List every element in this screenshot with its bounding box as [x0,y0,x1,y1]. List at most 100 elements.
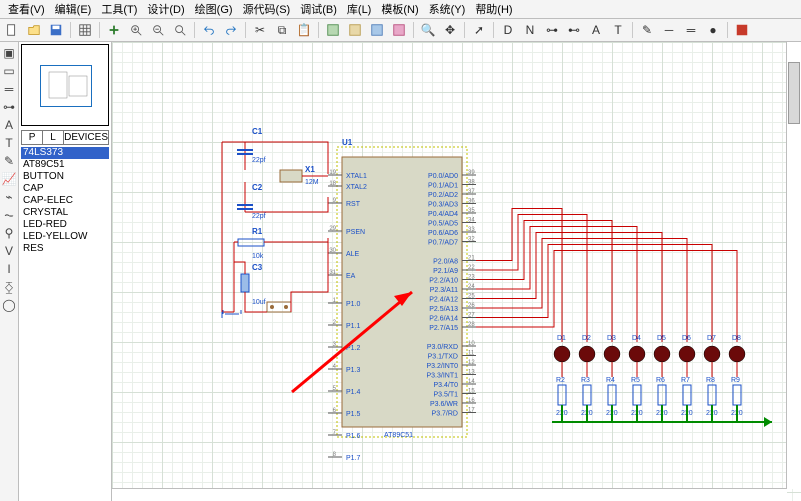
toolbar-save[interactable] [46,20,66,40]
toolbar-copy[interactable]: ⧉ [272,20,292,40]
left-tool-probe[interactable]: ⚲ [2,226,16,240]
svg-text:10: 10 [468,341,475,347]
toolbar-undo[interactable] [199,20,219,40]
menu-item-1[interactable]: 编辑(E) [51,0,96,18]
toolbar-plus[interactable] [104,20,124,40]
toolbar-bus[interactable]: ═ [681,20,701,40]
left-tool-graph[interactable]: 📈 [2,172,16,186]
toolbar-device[interactable]: D [498,20,518,40]
led-d7[interactable] [704,346,720,362]
toolbar-script[interactable]: ✎ [637,20,657,40]
svg-text:P2.0/A8: P2.0/A8 [433,259,458,266]
vertical-scrollbar[interactable] [786,42,801,489]
left-tool-current[interactable]: I [2,262,16,276]
svg-text:P2.5/A13: P2.5/A13 [429,306,458,313]
device-tab-p[interactable]: P [22,131,43,144]
device-list[interactable]: 74LS373AT89C51BUTTONCAPCAP-ELECCRYSTALLE… [21,147,109,255]
tool-strip: ▣ ▭ ═ ⊶ AT ✎ 📈 ⌁ ⏦ ⚲ VI ⧰ ◯ [0,42,19,501]
menu-item-8[interactable]: 模板(N) [377,0,422,18]
device-item-led-yellow[interactable]: LED-YELLOW [21,231,109,243]
device-item-button[interactable]: BUTTON [21,171,109,183]
left-tool-terminal[interactable]: ⊶ [2,100,16,114]
toolbar-zoom-all[interactable] [170,20,190,40]
svg-text:R8: R8 [706,377,715,384]
menu-item-3[interactable]: 设计(D) [143,0,188,18]
vertical-scroll-thumb[interactable] [788,62,800,124]
toolbar-junction[interactable]: ● [703,20,723,40]
toolbar-block3[interactable] [367,20,387,40]
toolbar-label[interactable]: A [586,20,606,40]
overview-window[interactable] [21,44,109,126]
toolbar-grid[interactable] [75,20,95,40]
left-tool-script[interactable]: ✎ [2,154,16,168]
svg-text:RST: RST [346,201,361,208]
svg-text:39: 39 [468,170,475,176]
led-d8[interactable] [729,346,745,362]
toolbar-term[interactable]: ⊷ [564,20,584,40]
led-d5[interactable] [654,346,670,362]
toolbar-zoom-out[interactable] [148,20,168,40]
led-d1[interactable] [554,346,570,362]
device-item-cap[interactable]: CAP [21,183,109,195]
menu-item-6[interactable]: 调试(B) [296,0,341,18]
svg-text:P2.7/A15: P2.7/A15 [429,325,458,332]
left-tool-tape[interactable]: ⌁ [2,190,16,204]
svg-text:30: 30 [329,248,336,254]
device-item-crystal[interactable]: CRYSTAL [21,207,109,219]
toolbar-pin[interactable]: ⊶ [542,20,562,40]
menu-item-10[interactable]: 帮助(H) [471,0,516,18]
device-item-cap-elec[interactable]: CAP-ELEC [21,195,109,207]
left-tool-generator[interactable]: ⏦ [2,208,16,222]
left-tool-2d[interactable]: ◯ [2,298,16,312]
led-d4[interactable] [629,346,645,362]
toolbar-block4[interactable] [389,20,409,40]
device-item-led-red[interactable]: LED-RED [21,219,109,231]
menu-item-4[interactable]: 绘图(G) [191,0,237,18]
toolbar-paste[interactable]: 📋 [294,20,314,40]
left-tool-text[interactable]: T [2,136,16,150]
left-tool-component[interactable]: ▭ [2,64,16,78]
menu-item-0[interactable]: 查看(V) [4,0,49,18]
svg-text:32: 32 [468,237,475,243]
svg-text:P2.1/A9: P2.1/A9 [433,268,458,275]
led-d2[interactable] [579,346,595,362]
toolbar-sep [70,22,71,38]
toolbar-wire[interactable]: ─ [659,20,679,40]
toolbar-text[interactable]: T [608,20,628,40]
menu-bar: 查看(V)编辑(E)工具(T)设计(D)绘图(G)源代码(S)调试(B)库(L)… [0,0,801,19]
svg-text:31: 31 [329,270,336,276]
toolbar-net[interactable]: N [520,20,540,40]
left-tool-instrument[interactable]: ⧰ [2,280,16,294]
toolbar-block2[interactable] [345,20,365,40]
toolbar-new[interactable] [2,20,22,40]
toolbar-open[interactable] [24,20,44,40]
device-tab-devices[interactable]: DEVICES [64,131,108,144]
svg-text:R3: R3 [581,377,590,384]
left-tool-label[interactable]: A [2,118,16,132]
left-tool-bus[interactable]: ═ [2,82,16,96]
led-d6[interactable] [679,346,695,362]
device-item-at89c51[interactable]: AT89C51 [21,159,109,171]
toolbar-block1[interactable] [323,20,343,40]
toolbar-arrow[interactable]: ➚ [469,20,489,40]
schematic-canvas[interactable]: U1AT89C51XTAL119XTAL218RST9PSEN29ALE30EA… [112,42,801,501]
menu-item-9[interactable]: 系统(Y) [425,0,470,18]
toolbar-zoom-in[interactable] [126,20,146,40]
left-tool-voltage[interactable]: V [2,244,16,258]
svg-text:14: 14 [468,379,475,385]
toolbar-redo[interactable] [221,20,241,40]
menu-item-2[interactable]: 工具(T) [97,0,141,18]
horizontal-scrollbar[interactable] [112,488,787,501]
device-item-74ls373[interactable]: 74LS373 [21,147,109,159]
toolbar-move[interactable]: ✥ [440,20,460,40]
toolbar-cut[interactable]: ✂ [250,20,270,40]
left-tool-select[interactable]: ▣ [2,46,16,60]
toolbar-report[interactable] [732,20,752,40]
device-item-res[interactable]: RES [21,243,109,255]
schematic-svg: U1AT89C51XTAL119XTAL218RST9PSEN29ALE30EA… [112,42,801,501]
device-tab-l[interactable]: L [43,131,64,144]
led-d3[interactable] [604,346,620,362]
toolbar-find[interactable]: 🔍 [418,20,438,40]
menu-item-7[interactable]: 库(L) [343,0,375,18]
menu-item-5[interactable]: 源代码(S) [239,0,295,18]
